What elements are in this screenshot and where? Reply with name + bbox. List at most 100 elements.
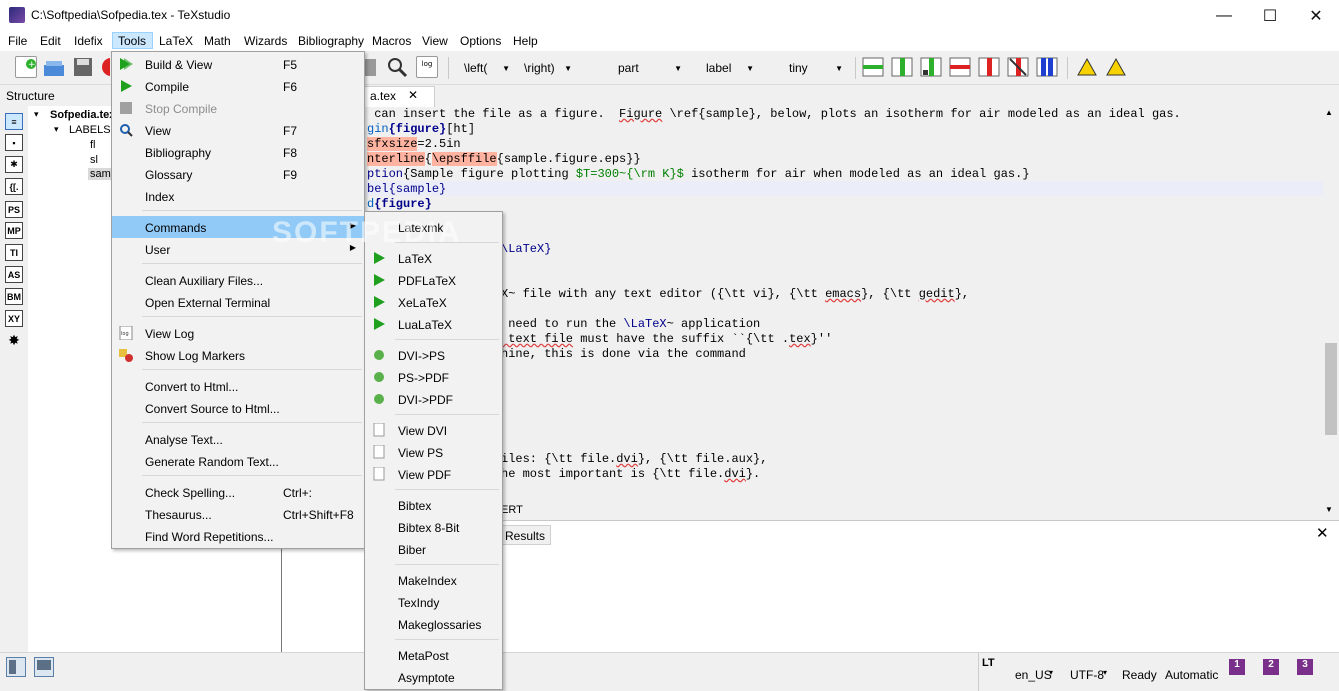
table-remove-column-icon[interactable] [978, 56, 1000, 78]
menu-view[interactable]: View [422, 33, 448, 50]
results-tab[interactable]: Results [496, 525, 551, 545]
submenu-item-view-dvi[interactable]: View DVI [365, 419, 502, 441]
submenu-item-latex[interactable]: LaTeX [365, 247, 502, 269]
menu-item-open-terminal[interactable]: Open External Terminal [112, 291, 364, 313]
magnifier-icon[interactable] [386, 56, 408, 78]
menu-item-convert-source-html[interactable]: Convert Source to Html... [112, 397, 364, 419]
table-align-icon[interactable] [920, 56, 942, 78]
open-file-icon[interactable] [43, 56, 65, 78]
submenu-item-lualatex[interactable]: LuaLaTeX [365, 313, 502, 335]
maximize-button[interactable]: ☐ [1247, 0, 1293, 31]
beamer-icon[interactable]: BM [5, 288, 23, 305]
bookmark-1-icon[interactable]: 1 [1229, 659, 1245, 675]
structure-view-icon[interactable]: ≡ [5, 113, 23, 130]
menu-item-show-log-markers[interactable]: Show Log Markers [112, 344, 364, 366]
menu-item-user[interactable]: User ▶ [112, 238, 364, 260]
tree-label-item[interactable]: sl [90, 154, 98, 166]
languagetool-icon[interactable]: LT [982, 657, 995, 669]
brackets-icon[interactable]: {[. [5, 178, 23, 195]
reference-combo[interactable]: label ▼ [696, 57, 758, 79]
language-selector[interactable]: en_US [1015, 668, 1052, 682]
bookmark-3-icon[interactable]: 3 [1297, 659, 1313, 675]
toggle-structure-icon[interactable] [6, 657, 26, 677]
new-file-icon[interactable]: + [15, 56, 37, 78]
tree-label-item[interactable]: fl [90, 139, 96, 151]
menu-item-view-log[interactable]: log View Log [112, 322, 364, 344]
xymatrix-icon[interactable]: XY [5, 310, 23, 327]
save-file-icon[interactable] [72, 56, 94, 78]
menu-options[interactable]: Options [460, 33, 501, 50]
collapse-icon[interactable]: ▾ [34, 109, 39, 120]
toggle-messages-icon[interactable] [34, 657, 54, 677]
menu-item-bibliography[interactable]: Bibliography F8 [112, 141, 364, 163]
scroll-up-icon[interactable]: ▲ [1325, 108, 1333, 117]
menu-help[interactable]: Help [513, 33, 538, 50]
submenu-item-metapost[interactable]: MetaPost [365, 644, 502, 666]
symbols-icon[interactable]: ✱ [5, 156, 23, 173]
menu-item-compile[interactable]: Compile F6 [112, 75, 364, 97]
encoding-selector[interactable]: UTF-8 [1070, 668, 1104, 682]
submenu-item-dvi-ps[interactable]: DVI->PS [365, 344, 502, 366]
menu-item-glossary[interactable]: Glossary F9 [112, 163, 364, 185]
menu-item-commands[interactable]: Commands ▶ [112, 216, 364, 238]
asymptote-icon[interactable]: AS [5, 266, 23, 283]
panel-close-icon[interactable]: ✕ [1316, 524, 1329, 542]
menu-item-check-spelling[interactable]: Check Spelling... Ctrl+: [112, 481, 364, 503]
submenu-item-bibtex8[interactable]: Bibtex 8-Bit [365, 516, 502, 538]
menu-tools[interactable]: Tools [112, 32, 153, 49]
menu-bibliography[interactable]: Bibliography [298, 33, 364, 50]
submenu-item-asymptote[interactable]: Asymptote [365, 666, 502, 688]
menu-item-stop-compile[interactable]: Stop Compile [112, 97, 364, 119]
editor-scrollbar[interactable] [1323, 107, 1339, 517]
submenu-item-bibtex[interactable]: Bibtex [365, 494, 502, 516]
table-add-row-icon[interactable] [862, 56, 884, 78]
submenu-item-xelatex[interactable]: XeLaTeX [365, 291, 502, 313]
table-add-column-icon[interactable] [891, 56, 913, 78]
menu-item-view[interactable]: View F7 [112, 119, 364, 141]
submenu-item-makeglossaries[interactable]: Makeglossaries [365, 613, 502, 635]
submenu-item-latexmk[interactable]: Latexmk [365, 216, 502, 238]
menu-item-build-view[interactable]: Build & View F5 [112, 53, 364, 75]
submenu-item-dvi-pdf[interactable]: DVI->PDF [365, 388, 502, 410]
collapse-icon[interactable]: ▾ [54, 124, 59, 135]
special-symbols-icon[interactable]: ✸ [5, 332, 23, 349]
warning-icon[interactable] [1076, 56, 1098, 78]
menu-math[interactable]: Math [204, 33, 231, 50]
menu-item-thesaurus[interactable]: Thesaurus... Ctrl+Shift+F8 [112, 503, 364, 525]
menu-item-convert-html[interactable]: Convert to Html... [112, 375, 364, 397]
table-cut-column-icon[interactable] [1007, 56, 1029, 78]
menu-edit[interactable]: Edit [40, 33, 61, 50]
table-remove-row-icon[interactable] [949, 56, 971, 78]
minimize-button[interactable]: — [1201, 0, 1247, 31]
sectioning-combo[interactable]: part ▼ [608, 57, 686, 79]
table-split-icon[interactable] [1036, 56, 1058, 78]
submenu-item-ps-pdf[interactable]: PS->PDF [365, 366, 502, 388]
bookmarks-icon[interactable]: ▪ [5, 134, 23, 151]
tikz-icon[interactable]: TI [5, 244, 23, 261]
menu-latex[interactable]: LaTeX [159, 33, 193, 50]
menu-idefix[interactable]: Idefix [74, 33, 103, 50]
editor-scroll-thumb[interactable] [1325, 343, 1337, 435]
right-delimiter-combo[interactable]: \right) ▼ [514, 57, 576, 79]
menu-wizards[interactable]: Wizards [244, 33, 287, 50]
bookmark-2-icon[interactable]: 2 [1263, 659, 1279, 675]
pstricks-icon[interactable]: PS [5, 201, 23, 218]
submenu-item-makeindex[interactable]: MakeIndex [365, 569, 502, 591]
stop-icon[interactable] [100, 56, 120, 78]
scroll-down-icon[interactable]: ▼ [1325, 505, 1333, 514]
font-size-combo[interactable]: tiny ▼ [779, 57, 847, 79]
menu-file[interactable]: File [8, 33, 27, 50]
menu-item-random-text[interactable]: Generate Random Text... [112, 450, 364, 472]
tab-close-icon[interactable]: ✕ [408, 88, 418, 102]
warning-next-icon[interactable] [1105, 56, 1127, 78]
submenu-item-pdflatex[interactable]: PDFLaTeX [365, 269, 502, 291]
submenu-item-view-ps[interactable]: View PS [365, 441, 502, 463]
submenu-item-texindy[interactable]: TexIndy [365, 591, 502, 613]
close-button[interactable]: ✕ [1293, 0, 1339, 31]
log-icon[interactable]: log [416, 56, 438, 78]
menu-item-index[interactable]: Index [112, 185, 364, 207]
menu-item-clean-aux[interactable]: Clean Auxiliary Files... [112, 269, 364, 291]
submenu-item-biber[interactable]: Biber [365, 538, 502, 560]
menu-macros[interactable]: Macros [372, 33, 411, 50]
tree-labels-node[interactable]: LABELS [69, 124, 111, 136]
